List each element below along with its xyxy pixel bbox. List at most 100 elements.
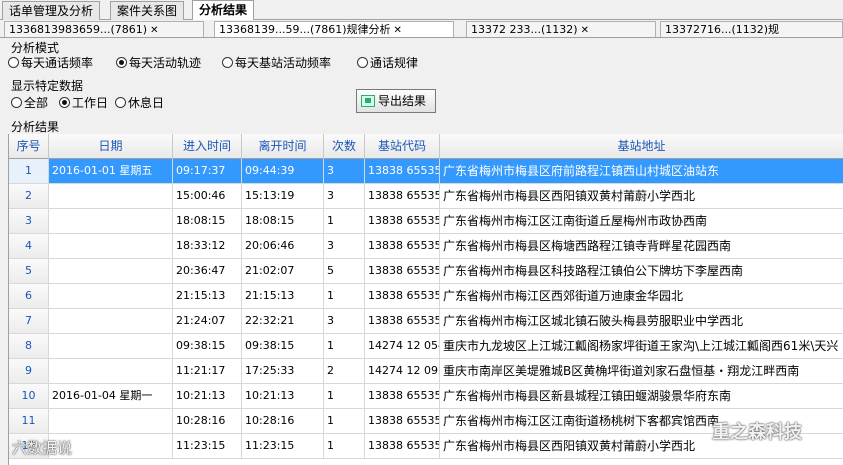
count-cell: 2 — [324, 359, 365, 383]
enter-time-cell: 21:24:07 — [173, 309, 242, 333]
date-cell — [49, 334, 173, 358]
radio-label: 工作日 — [72, 96, 109, 110]
record-tab-bar: 1336813983659...(7861) ✕ 13368139...59...… — [0, 20, 843, 38]
row-index: 9 — [9, 359, 49, 383]
column-header-station-code[interactable]: 基站代码 — [365, 134, 440, 159]
mode-group-title: 分析模式 — [11, 41, 60, 55]
table-row[interactable]: 10 2016-01-04 星期一 10:21:13 10:21:13 1 13838 6… — [9, 384, 843, 409]
radio-icon — [115, 97, 126, 108]
leave-time-cell: 21:15:13 — [242, 284, 324, 308]
count-cell: 1 — [324, 284, 365, 308]
station-code-cell: 13838 65535 — [365, 184, 440, 208]
enter-time-cell: 15:00:46 — [173, 184, 242, 208]
station-address-cell: 广东省梅州市梅县区科技路程江镇伯公下牌坊下李屋西南 — [440, 259, 843, 283]
tab-case-relation-graph[interactable]: 案件关系图 — [110, 1, 185, 20]
row-index: 4 — [9, 234, 49, 258]
radio-filter-workday[interactable]: 工作日 — [59, 96, 108, 110]
radio-icon — [8, 57, 19, 68]
station-address-cell: 广东省梅州市梅江区江南街道丘屋梅州市政协西南 — [440, 209, 843, 233]
record-tab-1[interactable]: 1336813983659...(7861) ✕ — [4, 21, 204, 37]
date-cell — [49, 184, 173, 208]
enter-time-cell: 10:21:13 — [173, 384, 242, 408]
column-header-index[interactable]: 序号 — [9, 134, 49, 159]
enter-time-cell: 10:28:16 — [173, 409, 242, 433]
station-address-cell: 广东省梅州市梅县区府前路程江镇西山村城区油站东 — [440, 159, 843, 183]
leave-time-cell: 17:25:33 — [242, 359, 324, 383]
date-cell: 2016-01-01 星期五 — [49, 159, 173, 183]
leave-time-cell: 09:38:15 — [242, 334, 324, 358]
station-address-cell: 广东省梅州市梅江区西郊街道万迪康金华园北 — [440, 284, 843, 308]
enter-time-cell: 09:17:37 — [173, 159, 242, 183]
station-code-cell: 14274 12 0923 — [365, 359, 440, 383]
row-index: 1 — [9, 159, 49, 183]
filter-group-title: 显示特定数据 — [11, 79, 84, 93]
table-row[interactable]: 6 21:15:13 21:15:13 1 13838 65535 广东省梅州市梅江区西郊… — [9, 284, 843, 309]
radio-daily-activity-track[interactable]: 每天活动轨迹 — [116, 56, 201, 70]
count-cell: 3 — [324, 184, 365, 208]
close-icon[interactable]: ✕ — [581, 25, 589, 36]
count-cell: 5 — [324, 259, 365, 283]
station-code-cell: 13838 65535 — [365, 434, 440, 458]
station-code-cell: 13838 65535 — [365, 159, 440, 183]
table-row[interactable]: 9 11:21:1717:25:33214274 12 0923重庆市南岸区美堤雅… — [9, 359, 843, 384]
leave-time-cell: 20:06:46 — [242, 234, 324, 258]
leave-time-cell: 09:44:39 — [242, 159, 324, 183]
module-tab-bar: 话单管理及分析 案件关系图 分析结果 — [0, 0, 843, 21]
column-header-station-address[interactable]: 基站地址 — [440, 134, 843, 159]
column-header-enter-time[interactable]: 进入时间 — [173, 134, 242, 159]
station-address-cell: 广东省梅州市梅江区城北镇石陂头梅县劳服职业中学西北 — [440, 309, 843, 333]
tab-analysis-result[interactable]: 分析结果 — [192, 0, 255, 21]
enter-time-cell: 18:08:15 — [173, 209, 242, 233]
row-index: 10 — [9, 384, 49, 408]
table-row[interactable]: 3 18:08:15 18:08:15 1 13838 65535 广东省梅州市梅江区江南… — [9, 209, 843, 234]
table-row[interactable]: 4 18:33:12 20:06:46 3 13838 65535 广东省梅州市梅县区梅塘… — [9, 234, 843, 259]
record-tab-label: 13372 233...(1132) — [471, 23, 578, 36]
export-results-button[interactable]: 导出结果 — [356, 89, 436, 113]
leave-time-cell: 21:02:07 — [242, 259, 324, 283]
close-icon[interactable]: ✕ — [150, 25, 158, 36]
table-row[interactable]: 809:38:1509:38:15114274 12 0540重庆市九龙坡区上江… — [9, 334, 843, 359]
leave-time-cell: 15:13:19 — [242, 184, 324, 208]
radio-icon — [222, 57, 233, 68]
table-row[interactable]: 2 15:00:46 15:13:19 3 13838 65535 广东省梅州市梅县区西阳… — [9, 184, 843, 209]
export-button-label: 导出结果 — [378, 94, 427, 108]
radio-daily-station-frequency[interactable]: 每天基站活动频率 — [222, 56, 331, 70]
row-index: 6 — [9, 284, 49, 308]
enter-time-cell: 11:23:15 — [173, 434, 242, 458]
export-icon — [361, 95, 375, 107]
record-tab-4[interactable]: 13372716...(1132)规 — [660, 21, 843, 37]
table-row[interactable]: 1 2016-01-01 星期五 09:17:37 09:44:39 3 13838 65… — [9, 159, 843, 184]
radio-icon — [11, 97, 22, 108]
row-index: 7 — [9, 309, 49, 333]
station-code-cell: 14274 12 0540 — [365, 334, 440, 358]
table-row[interactable]: 5 20:36:47 21:02:07 5 13838 65535 广东省梅州市梅县区科技… — [9, 259, 843, 284]
date-cell — [49, 209, 173, 233]
radio-filter-all[interactable]: 全部 — [11, 96, 48, 110]
close-icon[interactable]: ✕ — [394, 25, 402, 36]
column-header-date[interactable]: 日期 — [49, 134, 173, 159]
leave-time-cell: 10:21:13 — [242, 384, 324, 408]
radio-selected-icon — [59, 97, 70, 108]
enter-time-cell: 20:36:47 — [173, 259, 242, 283]
tab-call-record-management[interactable]: 话单管理及分析 — [2, 1, 101, 20]
radio-label: 每天基站活动频率 — [235, 56, 332, 70]
row-index: 5 — [9, 259, 49, 283]
record-tab-2[interactable]: 13368139...59...(7861)规律分析 ✕ — [214, 21, 454, 37]
watermark-right: 重之森科技 — [712, 422, 802, 443]
column-header-count[interactable]: 次数 — [324, 134, 365, 159]
station-code-cell: 13838 65535 — [365, 284, 440, 308]
radio-daily-call-frequency[interactable]: 每天通话频率 — [8, 56, 93, 70]
results-table[interactable]: 序号 日期 进入时间 离开时间 次数 基站代码 基站地址 1 2016-01-01… — [8, 134, 843, 465]
radio-filter-restday[interactable]: 休息日 — [115, 96, 164, 110]
date-cell — [49, 359, 173, 383]
date-cell — [49, 309, 173, 333]
row-index: 11 — [9, 409, 49, 433]
record-tab-3[interactable]: 13372 233...(1132) ✕ — [466, 21, 656, 37]
count-cell: 1 — [324, 434, 365, 458]
radio-icon — [357, 57, 368, 68]
date-cell — [49, 409, 173, 433]
table-row[interactable]: 7 21:24:07 22:32:21 3 13838 65535 广东省梅州市梅江区城北… — [9, 309, 843, 334]
enter-time-cell: 18:33:12 — [173, 234, 242, 258]
radio-call-pattern[interactable]: 通话规律 — [357, 56, 418, 70]
column-header-leave-time[interactable]: 离开时间 — [242, 134, 324, 159]
